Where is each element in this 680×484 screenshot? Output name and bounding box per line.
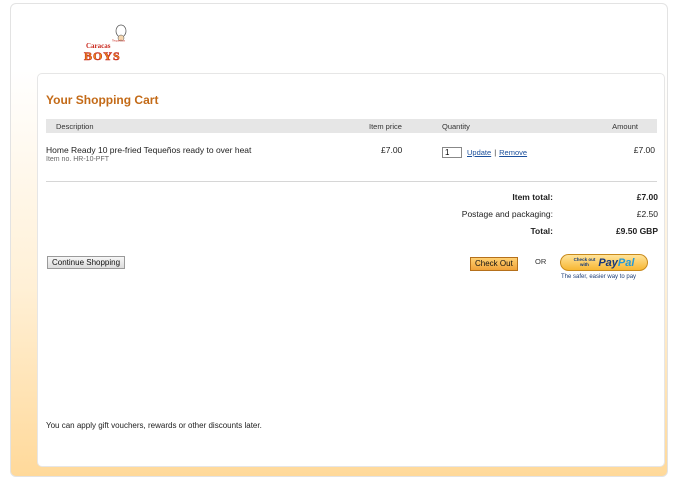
item-amount: £7.00 [633, 145, 655, 155]
quantity-controls: Update | Remove [442, 147, 527, 158]
paypal-small-text: Check out with [574, 257, 596, 267]
postage-row: Postage and packaging: £2.50 [398, 209, 658, 226]
totals-section: Item total: £7.00 Postage and packaging:… [398, 192, 658, 243]
total-row: Total: £9.50 GBP [398, 226, 658, 243]
paypal-checkout-button[interactable]: Check out with PayPal [560, 254, 648, 271]
total-value: £9.50 GBP [615, 226, 658, 236]
paypal-brand-pay: Pay [598, 256, 618, 269]
page-title: Your Shopping Cart [46, 93, 159, 107]
col-item-price: Item price [369, 122, 402, 131]
page-background: Tequeños Caracas BOYS Your Shopping Cart… [10, 3, 668, 477]
col-description: Description [56, 122, 94, 131]
item-total-value: £7.00 [636, 192, 658, 202]
continue-shopping-button[interactable]: Continue Shopping [47, 256, 126, 269]
logo-graphic: Tequeños Caracas BOYS [84, 24, 127, 63]
or-label: OR [535, 257, 547, 266]
col-quantity: Quantity [442, 122, 470, 131]
paypal-with-text: with [579, 261, 589, 267]
caracas-boys-logo: Tequeños Caracas BOYS [81, 24, 131, 64]
item-number: Item no. HR-10-PFT [46, 156, 110, 163]
item-total-row: Item total: £7.00 [398, 192, 658, 209]
cart-table-header: Description Item price Quantity Amount [46, 119, 657, 133]
vouchers-note: You can apply gift vouchers, rewards or … [46, 421, 262, 430]
logo-line2: BOYS [84, 49, 121, 63]
logo-small-text: Tequeños [112, 39, 126, 43]
item-total-label: Item total: [512, 192, 553, 202]
link-separator: | [494, 148, 497, 157]
paypal-logo: PayPal [598, 257, 634, 269]
paypal-tagline: The safer, easier way to pay [561, 274, 637, 280]
cart-item-description: Home Ready 10 pre-fried Tequeños ready t… [46, 145, 366, 163]
total-label: Total: [530, 226, 553, 236]
quantity-input[interactable] [442, 147, 462, 158]
postage-value: £2.50 [636, 209, 658, 219]
postage-label: Postage and packaging: [461, 209, 553, 219]
update-link[interactable]: Update [467, 148, 491, 157]
col-amount: Amount [612, 122, 638, 131]
cart-panel: Your Shopping Cart Description Item pric… [37, 73, 665, 467]
checkout-button[interactable]: Check Out [470, 257, 518, 271]
divider [46, 181, 657, 182]
paypal-brand-pal: Pal [617, 256, 635, 269]
item-name: Home Ready 10 pre-fried Tequeños ready t… [46, 145, 252, 155]
remove-link[interactable]: Remove [499, 148, 527, 157]
item-price: £7.00 [381, 145, 403, 155]
